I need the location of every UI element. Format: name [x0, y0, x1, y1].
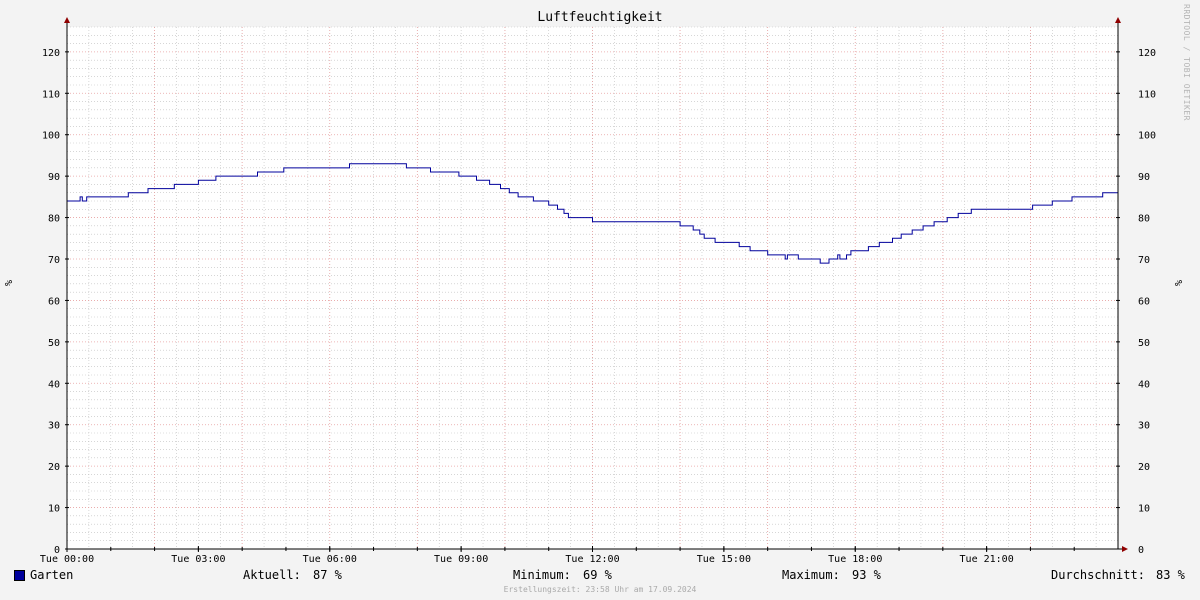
average-value: 83 % [1156, 568, 1185, 582]
y-tick-label-left: 110 [42, 89, 60, 100]
legend-swatch [14, 570, 25, 581]
x-tick-label: Tue 06:00 [303, 554, 357, 565]
chart-title: Luftfeuchtigkeit [537, 10, 663, 25]
y-tick-label-left: 10 [48, 504, 60, 515]
graph-frame: 0 0 10 10 20 20 30 30 40 40 50 50 60 60 70 70 80 80 90 90 10… [0, 0, 1200, 600]
y-tick-label-right: 110 [1138, 89, 1156, 100]
y-tick-label-right: 20 [1138, 462, 1150, 473]
y-tick-label-right: 90 [1138, 172, 1150, 183]
x-tick-label: Tue 15:00 [697, 554, 751, 565]
y-tick-label-left: 70 [48, 255, 60, 266]
y-axis-label-right: % [1172, 280, 1183, 287]
x-tick-label: Tue 00:00 [40, 554, 94, 565]
y-tick-label-right: 70 [1138, 255, 1150, 266]
maximum-label: Maximum: [782, 568, 840, 582]
y-tick-label-left: 100 [42, 131, 60, 142]
y-tick-label-left: 60 [48, 296, 60, 307]
x-tick-label: Tue 18:00 [828, 554, 882, 565]
legend-series-name: Garten [30, 568, 74, 582]
y-axis-label-left: % [2, 280, 13, 287]
x-tick-label: Tue 21:00 [960, 554, 1014, 565]
y-tick-label-left: 20 [48, 462, 60, 473]
y-tick-label-right: 10 [1138, 504, 1150, 515]
y-tick-label-left: 90 [48, 172, 60, 183]
y-tick-label-right: 120 [1138, 48, 1156, 59]
y-tick-label-left: 40 [48, 379, 60, 390]
generated-timestamp: Erstellungszeit: 23:58 Uhr am 17.09.2024 [503, 585, 697, 594]
current-value: 87 % [313, 568, 342, 582]
y-tick-label-left: 120 [42, 48, 60, 59]
y-tick-label-right: 30 [1138, 421, 1150, 432]
y-tick-label-right: 60 [1138, 296, 1150, 307]
y-tick-label-left: 30 [48, 421, 60, 432]
x-axis-arrow [1122, 546, 1128, 552]
minimum-label: Minimum: [513, 568, 571, 582]
minimum-value: 69 % [583, 568, 612, 582]
y-tick-label-right: 80 [1138, 214, 1150, 225]
y-tick-label-left: 80 [48, 214, 60, 225]
y-tick-label-left: 50 [48, 338, 60, 349]
y-tick-label-right: 40 [1138, 379, 1150, 390]
x-tick-label: Tue 09:00 [434, 554, 488, 565]
maximum-value: 93 % [852, 568, 881, 582]
humidity-chart: 0 010 1020 2030 3040 4050 5060 6070 7080 8090 9010… [40, 17, 1156, 565]
y-tick-label-right: 50 [1138, 338, 1150, 349]
y-tick-label-right: 100 [1138, 131, 1156, 142]
rrdtool-watermark: RRDTOOL / TOBI OETIKER [1182, 4, 1191, 121]
x-tick-label: Tue 03:00 [171, 554, 225, 565]
current-label: Aktuell: [243, 568, 301, 582]
average-label: Durchschnitt: [1051, 568, 1145, 582]
x-tick-label: Tue 12:00 [565, 554, 619, 565]
y-tick-label-right: 0 [1138, 545, 1144, 556]
